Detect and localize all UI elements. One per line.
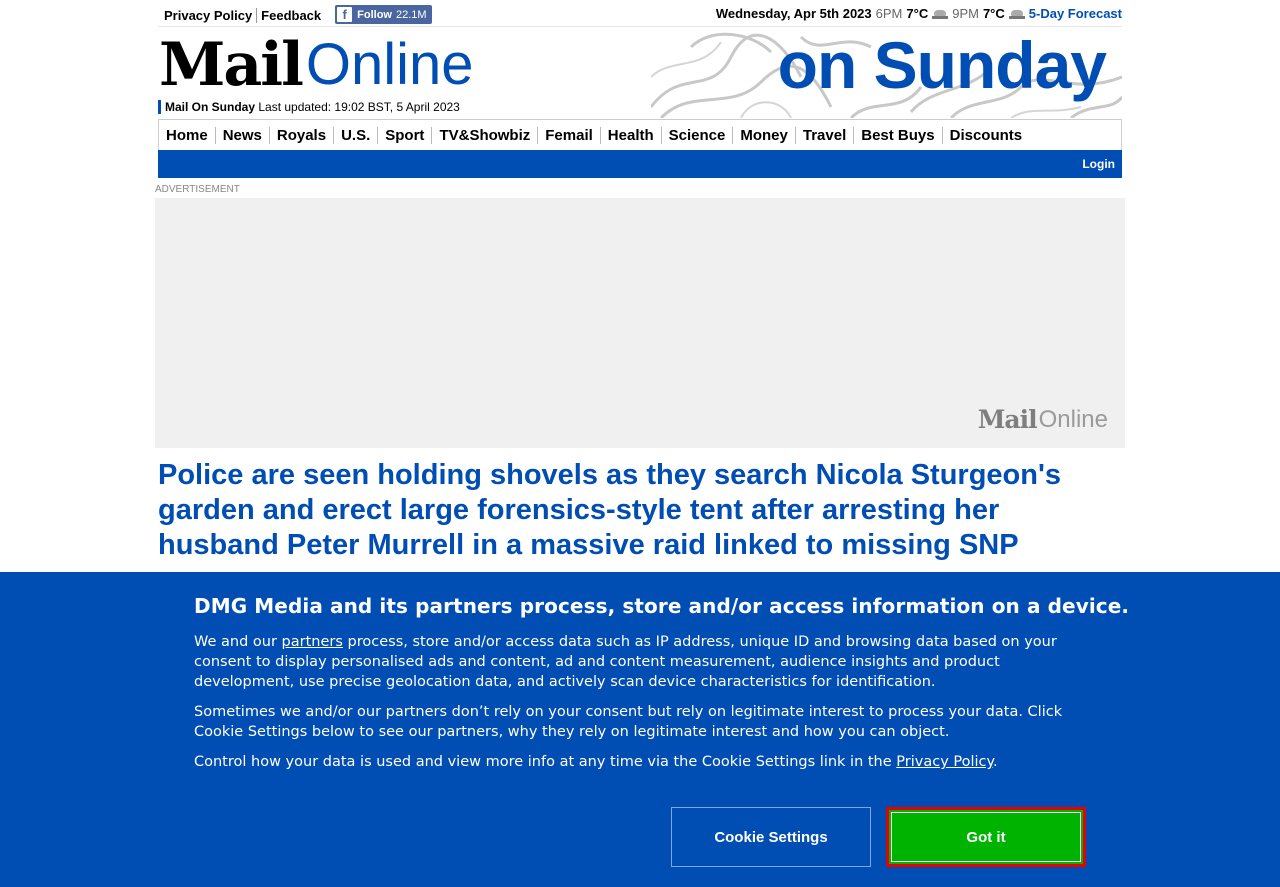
updated-text: Last updated: 19:02 BST, 5 April 2023 <box>258 100 460 114</box>
top-bar: Privacy Policy Feedback f Follow 22.1M W… <box>158 3 1122 25</box>
partners-link[interactable]: partners <box>282 634 343 650</box>
nav-item-travel[interactable]: Travel <box>796 126 855 144</box>
login-link[interactable]: Login <box>1082 157 1115 171</box>
weather-temp-1: 7°C <box>906 6 929 21</box>
divider <box>256 8 258 23</box>
top-links: Privacy Policy Feedback f Follow 22.1M <box>164 5 432 25</box>
page: Privacy Policy Feedback f Follow 22.1M W… <box>0 0 1280 887</box>
consent-paragraph-1: We and our partners process, store and/o… <box>194 632 1094 692</box>
nav-item-tv-showbiz[interactable]: TV&Showbiz <box>432 126 539 144</box>
facebook-follow-button[interactable]: f Follow 22.1M <box>335 5 432 24</box>
nav-item-health[interactable]: Health <box>601 126 662 144</box>
nav-item-sport[interactable]: Sport <box>378 126 433 144</box>
edition-label: Mail On Sunday <box>165 100 256 114</box>
focus-ring <box>891 812 1081 862</box>
facebook-follower-count: 22.1M <box>395 8 427 21</box>
consent-p3-pre: Control how your data is used and view m… <box>194 754 897 770</box>
nav-item-discounts[interactable]: Discounts <box>943 127 1030 144</box>
consent-paragraph-3: Control how your data is used and view m… <box>194 752 1094 772</box>
logo-mail-text: Mail <box>159 30 304 100</box>
nav-item-news[interactable]: News <box>216 126 270 144</box>
got-it-button[interactable]: Got it <box>886 807 1086 867</box>
main-nav: Home News Royals U.S. Sport TV&Showbiz F… <box>158 119 1122 150</box>
nav-item-home[interactable]: Home <box>159 126 216 144</box>
cloud-icon <box>932 9 949 19</box>
advertisement-label: ADVERTISEMENT <box>155 184 240 195</box>
consent-title: DMG Media and its partners process, stor… <box>194 594 1130 618</box>
ad-logo-mail-text: Mail <box>977 405 1038 434</box>
facebook-follow-label: Follow <box>357 8 392 21</box>
consent-p3-post: . <box>993 754 998 770</box>
privacy-policy-link[interactable]: Privacy Policy <box>164 8 252 23</box>
nav-item-money[interactable]: Money <box>733 126 796 144</box>
weather-temp-2: 7°C <box>982 6 1005 21</box>
facebook-icon: f <box>337 7 353 22</box>
weather-bar: Wednesday, Apr 5th 2023 6PM 7°C 9PM 7°C … <box>716 6 1122 21</box>
consent-p1-pre: We and our <box>194 634 282 650</box>
ad-mailonline-logo: Mail Online <box>977 405 1108 434</box>
nav-item-best-buys[interactable]: Best Buys <box>854 126 943 144</box>
consent-privacy-policy-link[interactable]: Privacy Policy <box>896 754 993 770</box>
article-headline[interactable]: Police are seen holding shovels as they … <box>158 458 1118 563</box>
nav-item-femail[interactable]: Femail <box>538 126 601 144</box>
logo-online-text: Online <box>305 32 474 97</box>
mailonline-logo[interactable]: Mail Online <box>159 30 474 100</box>
current-date: Wednesday, Apr 5th 2023 <box>715 6 872 21</box>
weather-time-1: 6PM <box>875 6 903 21</box>
sub-nav-bar: Login <box>158 150 1122 178</box>
feedback-link[interactable]: Feedback <box>261 8 321 23</box>
nav-item-science[interactable]: Science <box>662 126 734 144</box>
on-sunday-title: on Sunday <box>777 28 1107 102</box>
ad-logo-online-text: Online <box>1038 406 1108 433</box>
nav-item-us[interactable]: U.S. <box>334 126 379 144</box>
nav-item-royals[interactable]: Royals <box>270 126 335 144</box>
weather-time-2: 9PM <box>952 6 979 21</box>
advertisement-slot[interactable]: Mail Online <box>155 198 1125 448</box>
five-day-forecast-link[interactable]: 5-Day Forecast <box>1029 6 1122 21</box>
on-sunday-banner[interactable]: on Sunday <box>651 27 1122 118</box>
last-updated: Mail On Sunday Last updated: 19:02 BST, … <box>158 100 460 114</box>
consent-paragraph-2: Sometimes we and/or our partners don’t r… <box>194 704 1063 740</box>
cookie-settings-button[interactable]: Cookie Settings <box>671 807 871 867</box>
cloud-icon <box>1008 9 1025 19</box>
cookie-consent-banner: DMG Media and its partners process, stor… <box>0 572 1280 887</box>
